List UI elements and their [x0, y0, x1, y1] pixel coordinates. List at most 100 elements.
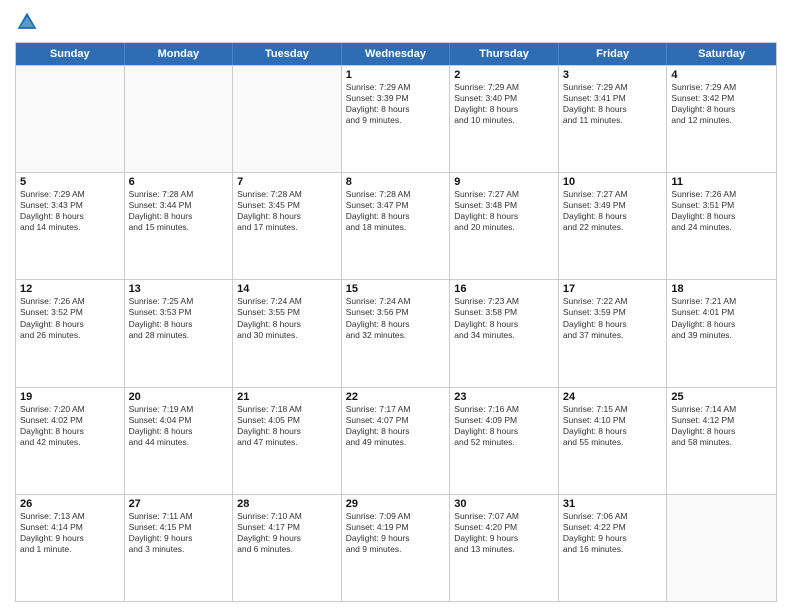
- calendar-cell: 4Sunrise: 7:29 AMSunset: 3:42 PMDaylight…: [667, 66, 776, 172]
- cell-line: Sunrise: 7:13 AM: [20, 511, 120, 522]
- cell-line: Daylight: 8 hours: [563, 319, 663, 330]
- header: [15, 10, 777, 34]
- cell-line: and 15 minutes.: [129, 222, 229, 233]
- cell-line: Sunrise: 7:26 AM: [671, 189, 772, 200]
- calendar-cell: 17Sunrise: 7:22 AMSunset: 3:59 PMDayligh…: [559, 280, 668, 386]
- cell-line: Daylight: 8 hours: [671, 104, 772, 115]
- cell-line: Daylight: 8 hours: [20, 211, 120, 222]
- calendar-cell: [667, 495, 776, 601]
- weekday-header-monday: Monday: [125, 43, 234, 65]
- day-number: 12: [20, 283, 120, 295]
- cell-line: and 37 minutes.: [563, 330, 663, 341]
- cell-line: Daylight: 8 hours: [346, 211, 446, 222]
- cell-line: and 22 minutes.: [563, 222, 663, 233]
- calendar-cell: 31Sunrise: 7:06 AMSunset: 4:22 PMDayligh…: [559, 495, 668, 601]
- cell-line: Sunrise: 7:20 AM: [20, 404, 120, 415]
- cell-line: Sunset: 4:12 PM: [671, 415, 772, 426]
- cell-line: Sunrise: 7:21 AM: [671, 296, 772, 307]
- cell-line: Daylight: 8 hours: [671, 426, 772, 437]
- cell-line: Sunrise: 7:29 AM: [563, 82, 663, 93]
- cell-line: and 13 minutes.: [454, 544, 554, 555]
- calendar-cell: 20Sunrise: 7:19 AMSunset: 4:04 PMDayligh…: [125, 388, 234, 494]
- calendar-cell: 10Sunrise: 7:27 AMSunset: 3:49 PMDayligh…: [559, 173, 668, 279]
- cell-line: Daylight: 8 hours: [454, 319, 554, 330]
- cell-line: Sunrise: 7:25 AM: [129, 296, 229, 307]
- cell-line: Sunrise: 7:23 AM: [454, 296, 554, 307]
- cell-line: Sunset: 4:01 PM: [671, 307, 772, 318]
- weekday-header-tuesday: Tuesday: [233, 43, 342, 65]
- calendar-cell: 16Sunrise: 7:23 AMSunset: 3:58 PMDayligh…: [450, 280, 559, 386]
- cell-line: and 44 minutes.: [129, 437, 229, 448]
- calendar: SundayMondayTuesdayWednesdayThursdayFrid…: [15, 42, 777, 602]
- cell-line: and 9 minutes.: [346, 115, 446, 126]
- cell-line: Sunrise: 7:26 AM: [20, 296, 120, 307]
- cell-line: and 42 minutes.: [20, 437, 120, 448]
- calendar-cell: 28Sunrise: 7:10 AMSunset: 4:17 PMDayligh…: [233, 495, 342, 601]
- day-number: 26: [20, 498, 120, 510]
- day-number: 18: [671, 283, 772, 295]
- calendar-cell: 2Sunrise: 7:29 AMSunset: 3:40 PMDaylight…: [450, 66, 559, 172]
- cell-line: and 1 minute.: [20, 544, 120, 555]
- cell-line: Sunrise: 7:15 AM: [563, 404, 663, 415]
- cell-line: and 32 minutes.: [346, 330, 446, 341]
- day-number: 30: [454, 498, 554, 510]
- calendar-cell: 13Sunrise: 7:25 AMSunset: 3:53 PMDayligh…: [125, 280, 234, 386]
- day-number: 10: [563, 176, 663, 188]
- day-number: 11: [671, 176, 772, 188]
- cell-line: Sunset: 3:55 PM: [237, 307, 337, 318]
- calendar-cell: 25Sunrise: 7:14 AMSunset: 4:12 PMDayligh…: [667, 388, 776, 494]
- calendar-cell: 19Sunrise: 7:20 AMSunset: 4:02 PMDayligh…: [16, 388, 125, 494]
- day-number: 27: [129, 498, 229, 510]
- cell-line: Daylight: 8 hours: [237, 319, 337, 330]
- cell-line: Sunrise: 7:29 AM: [671, 82, 772, 93]
- cell-line: Sunset: 3:45 PM: [237, 200, 337, 211]
- calendar-cell: 8Sunrise: 7:28 AMSunset: 3:47 PMDaylight…: [342, 173, 451, 279]
- cell-line: Daylight: 9 hours: [454, 533, 554, 544]
- cell-line: Sunrise: 7:17 AM: [346, 404, 446, 415]
- calendar-cell: 5Sunrise: 7:29 AMSunset: 3:43 PMDaylight…: [16, 173, 125, 279]
- cell-line: Daylight: 8 hours: [237, 211, 337, 222]
- calendar-cell: 24Sunrise: 7:15 AMSunset: 4:10 PMDayligh…: [559, 388, 668, 494]
- cell-line: Sunrise: 7:10 AM: [237, 511, 337, 522]
- cell-line: Sunset: 3:49 PM: [563, 200, 663, 211]
- cell-line: Daylight: 8 hours: [346, 104, 446, 115]
- cell-line: and 49 minutes.: [346, 437, 446, 448]
- logo: [15, 10, 43, 34]
- cell-line: Sunrise: 7:27 AM: [454, 189, 554, 200]
- cell-line: and 30 minutes.: [237, 330, 337, 341]
- calendar-row-3: 12Sunrise: 7:26 AMSunset: 3:52 PM Dayligh…: [16, 279, 776, 386]
- cell-line: Daylight: 8 hours: [563, 426, 663, 437]
- cell-line: Sunset: 4:20 PM: [454, 522, 554, 533]
- cell-line: Sunrise: 7:28 AM: [346, 189, 446, 200]
- day-number: 19: [20, 391, 120, 403]
- cell-line: Sunset: 4:07 PM: [346, 415, 446, 426]
- cell-line: and 52 minutes.: [454, 437, 554, 448]
- cell-line: and 58 minutes.: [671, 437, 772, 448]
- cell-line: and 10 minutes.: [454, 115, 554, 126]
- cell-line: Daylight: 8 hours: [454, 211, 554, 222]
- cell-line: Sunrise: 7:29 AM: [454, 82, 554, 93]
- calendar-cell: 11Sunrise: 7:26 AMSunset: 3:51 PMDayligh…: [667, 173, 776, 279]
- cell-line: Sunrise: 7:18 AM: [237, 404, 337, 415]
- cell-line: Daylight: 9 hours: [129, 533, 229, 544]
- calendar-cell: 26Sunrise: 7:13 AMSunset: 4:14 PMDayligh…: [16, 495, 125, 601]
- day-number: 24: [563, 391, 663, 403]
- day-number: 6: [129, 176, 229, 188]
- cell-line: Sunset: 4:02 PM: [20, 415, 120, 426]
- day-number: 8: [346, 176, 446, 188]
- cell-line: and 55 minutes.: [563, 437, 663, 448]
- cell-line: Sunrise: 7:11 AM: [129, 511, 229, 522]
- cell-line: and 3 minutes.: [129, 544, 229, 555]
- calendar-cell: 14Sunrise: 7:24 AMSunset: 3:55 PMDayligh…: [233, 280, 342, 386]
- cell-line: Sunset: 3:52 PM: [20, 307, 120, 318]
- cell-line: and 28 minutes.: [129, 330, 229, 341]
- cell-line: and 26 minutes.: [20, 330, 120, 341]
- cell-line: Sunrise: 7:16 AM: [454, 404, 554, 415]
- calendar-cell: 29Sunrise: 7:09 AMSunset: 4:19 PMDayligh…: [342, 495, 451, 601]
- calendar-header: SundayMondayTuesdayWednesdayThursdayFrid…: [16, 43, 776, 65]
- cell-line: and 17 minutes.: [237, 222, 337, 233]
- weekday-header-sunday: Sunday: [16, 43, 125, 65]
- cell-line: and 47 minutes.: [237, 437, 337, 448]
- cell-line: Sunset: 3:40 PM: [454, 93, 554, 104]
- day-number: 23: [454, 391, 554, 403]
